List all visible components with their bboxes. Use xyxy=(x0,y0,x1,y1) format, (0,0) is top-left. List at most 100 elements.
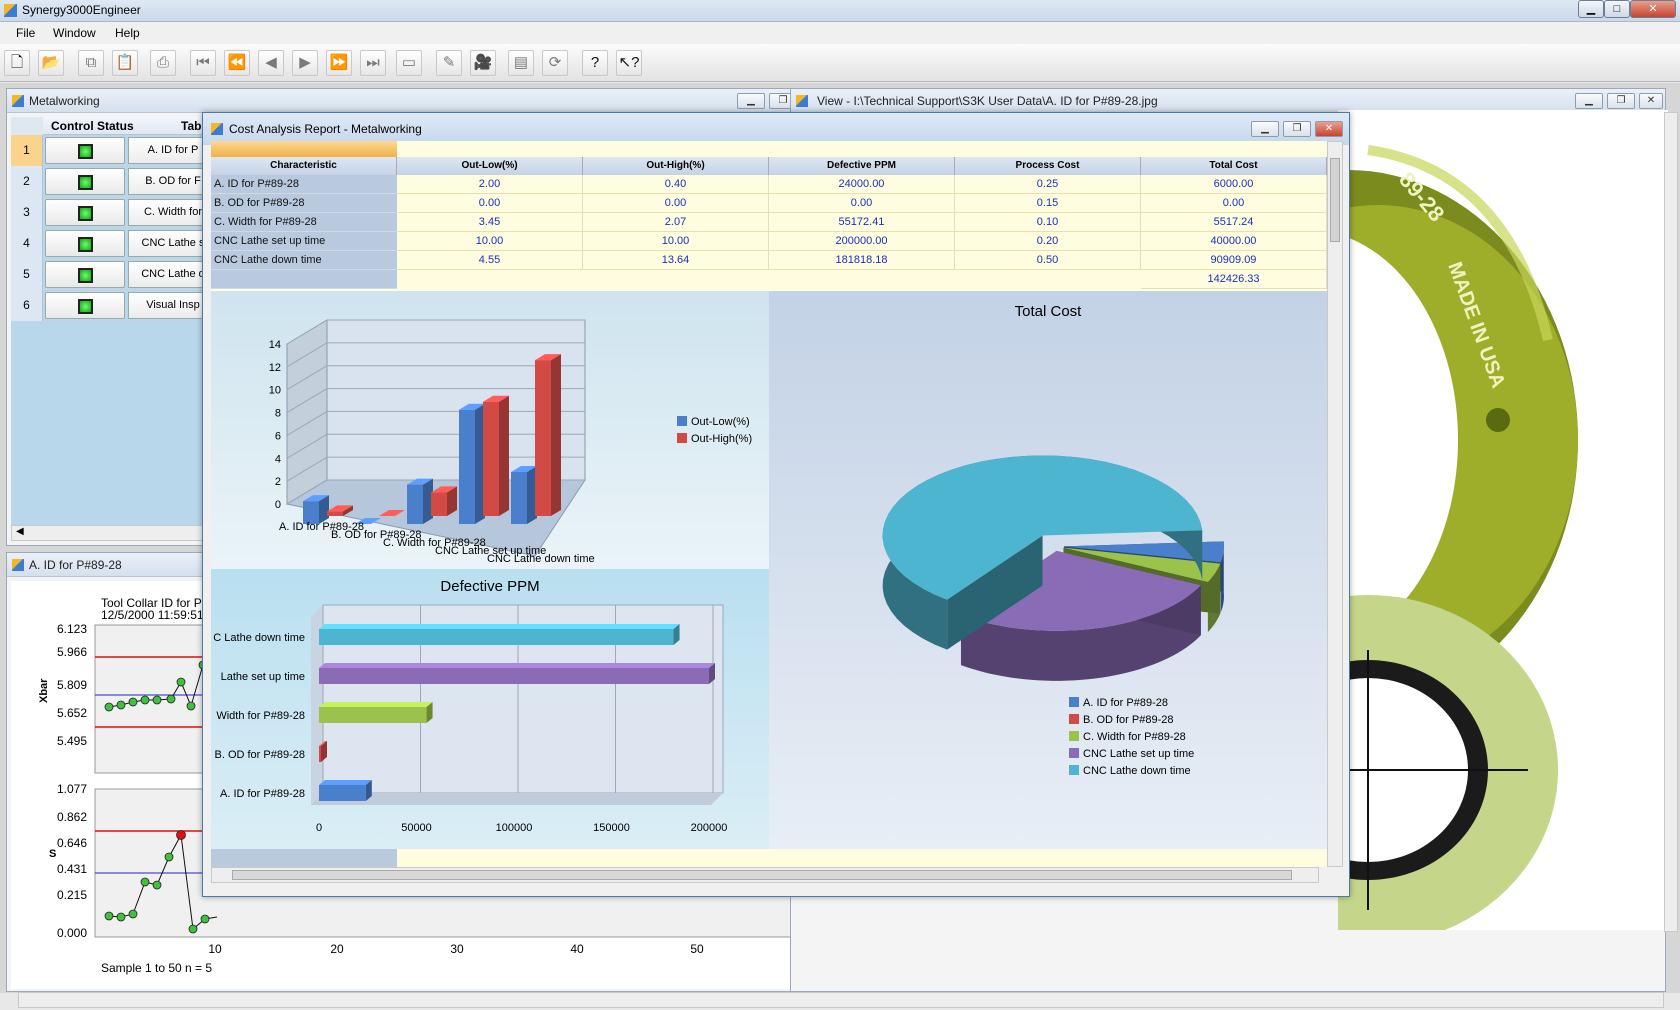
bar-top xyxy=(319,624,680,629)
minimize-button[interactable]: ▁ xyxy=(1575,93,1603,109)
report-icon[interactable]: ▤ xyxy=(508,50,534,76)
fast-forward-icon[interactable]: ⏩ xyxy=(326,50,352,76)
report-horizontal-scrollbar[interactable] xyxy=(211,867,1319,883)
table-row[interactable]: 1 A. ID for P xyxy=(11,135,218,166)
svg-text:40: 40 xyxy=(570,942,584,956)
bar-2 xyxy=(319,702,433,723)
last-icon[interactable]: ⏭ xyxy=(360,50,386,76)
rewind-icon[interactable]: ⏪ xyxy=(224,50,250,76)
report-title: Cost Analysis Report - Metalworking xyxy=(229,122,422,136)
open-icon[interactable]: 📂 xyxy=(38,50,64,76)
save-icon[interactable]: ▭ xyxy=(396,50,422,76)
table-row[interactable]: 2 B. OD for F xyxy=(11,166,218,197)
bar-front xyxy=(431,492,447,516)
context-help-icon[interactable]: ↖? xyxy=(616,50,642,76)
restore-button[interactable]: ❐ xyxy=(1283,121,1311,137)
bar-front xyxy=(319,668,709,684)
main-horizontal-scrollbar[interactable] xyxy=(18,992,1664,1008)
copy-icon[interactable]: ⧉ xyxy=(78,50,104,76)
svg-text:50: 50 xyxy=(690,942,704,956)
table-cell: 10.00 xyxy=(583,232,769,251)
maximize-button[interactable]: □ xyxy=(1604,0,1630,18)
table-row[interactable]: 5 CNC Lathe d xyxy=(11,259,218,290)
minimize-button[interactable]: ▁ xyxy=(1251,121,1279,137)
y-tick-label: 14 xyxy=(269,339,281,351)
x-tick-label: 150000 xyxy=(593,822,630,834)
menu-window[interactable]: Window xyxy=(53,26,96,40)
menu-help[interactable]: Help xyxy=(115,26,140,40)
view-title: View - I:\Technical Support\S3K User Dat… xyxy=(817,94,1158,108)
scroll-thumb[interactable] xyxy=(232,870,1292,880)
table-row[interactable]: 3 C. Width for xyxy=(11,197,218,228)
total-cost-pie-chart: Total Cost A. ID for P#89-28 B. OD for P#8… xyxy=(882,303,1224,777)
col-control-status: Control Status xyxy=(51,119,134,133)
refresh-icon[interactable]: ⟳ xyxy=(542,50,568,76)
svg-text:10: 10 xyxy=(208,942,222,956)
table-row[interactable]: 4 CNC Lathe s xyxy=(11,228,218,259)
next-icon[interactable]: ▶ xyxy=(292,50,318,76)
legend-label: C. Width for P#89-28 xyxy=(1083,731,1186,743)
menu-file[interactable]: File xyxy=(16,26,35,40)
col-defective-ppm: Defective PPM xyxy=(769,157,955,175)
legend-swatch xyxy=(1069,697,1079,707)
metalworking-header: Metalworking ▁ ❐ ✕ xyxy=(7,89,843,113)
table-row[interactable]: 6 Visual Insp xyxy=(11,290,218,321)
close-button[interactable]: ✕ xyxy=(1630,0,1676,18)
bar-0-3 xyxy=(459,403,485,524)
close-button[interactable]: ✕ xyxy=(1315,121,1343,137)
minimize-button[interactable]: ▁ xyxy=(1578,0,1604,18)
close-button[interactable]: ✕ xyxy=(1639,93,1663,109)
bar-0 xyxy=(319,780,372,801)
row-label: A. ID for P#89-28 xyxy=(211,175,397,194)
out-of-spec-3d-chart: 02468101214A. ID for P#89-28B. OD for P#… xyxy=(269,319,752,565)
legend-label: Out-Low(%) xyxy=(691,416,750,428)
print-icon[interactable]: ⎙ xyxy=(150,50,176,76)
bar-top xyxy=(319,702,433,707)
view-vertical-scrollbar[interactable] xyxy=(1664,112,1678,932)
prev-icon[interactable]: ◀ xyxy=(258,50,284,76)
table-cell: 0.40 xyxy=(583,175,769,194)
xbar-label: Xbar xyxy=(38,678,50,703)
restore-button[interactable]: ❐ xyxy=(1607,93,1635,109)
svg-text:0.862: 0.862 xyxy=(57,810,87,824)
minimize-button[interactable]: ▁ xyxy=(737,93,765,109)
legend-swatch xyxy=(1069,731,1079,741)
help-icon[interactable]: ? xyxy=(582,50,608,76)
metalworking-title: Metalworking xyxy=(29,94,100,108)
out-of-spec-chart-panel: 0 2 4 6 8 10 12 14 A. ID for P#89-28 B. OD for P#… xyxy=(211,291,769,569)
paste-icon[interactable]: 📋 xyxy=(112,50,138,76)
y-tick-label: 12 xyxy=(269,362,281,374)
legend-swatch xyxy=(677,433,687,443)
table-cell: 0.15 xyxy=(955,194,1141,213)
bar-front xyxy=(319,746,321,762)
x-category-label: CNC Lathe down time xyxy=(487,553,595,565)
new-icon[interactable]: 🗋 xyxy=(4,50,30,76)
x-tick-label: 100000 xyxy=(496,822,533,834)
bar-1-3 xyxy=(483,395,509,516)
svg-text:5.966: 5.966 xyxy=(57,645,87,659)
legend-swatch xyxy=(1069,748,1079,758)
camera-icon[interactable]: 🎥 xyxy=(470,50,496,76)
app-titlebar: Synergy3000Engineer ▁ □ ✕ xyxy=(0,0,1680,22)
col-total-cost: Total Cost xyxy=(1141,157,1327,175)
legend-label: CNC Lathe set up time xyxy=(1083,748,1194,760)
edit-icon[interactable]: ✎ xyxy=(436,50,462,76)
y-tick-label: 4 xyxy=(275,453,281,465)
cost-table-body: A. ID for P#89-28 2.00 0.40 24000.00 0.25 600… xyxy=(211,175,1327,291)
bar-4 xyxy=(319,624,680,645)
svg-text:0.431: 0.431 xyxy=(57,862,87,876)
bar-1-4 xyxy=(535,354,561,516)
legend-label: B. OD for P#89-28 xyxy=(1083,714,1174,726)
scroll-left-icon[interactable]: ◀ xyxy=(16,526,24,537)
legend-swatch xyxy=(677,416,687,426)
report-vertical-scrollbar[interactable] xyxy=(1327,141,1343,867)
table-cell: 24000.00 xyxy=(769,175,955,194)
svg-text:5.809: 5.809 xyxy=(57,678,87,692)
first-icon[interactable]: ⏮ xyxy=(190,50,216,76)
table-cell: 0.10 xyxy=(955,213,1141,232)
scroll-thumb[interactable] xyxy=(1330,158,1340,242)
bar-front xyxy=(319,707,427,723)
bar-front xyxy=(407,484,423,524)
col-out-low: Out-Low(%) xyxy=(397,157,583,175)
table-cell: 0.00 xyxy=(583,194,769,213)
